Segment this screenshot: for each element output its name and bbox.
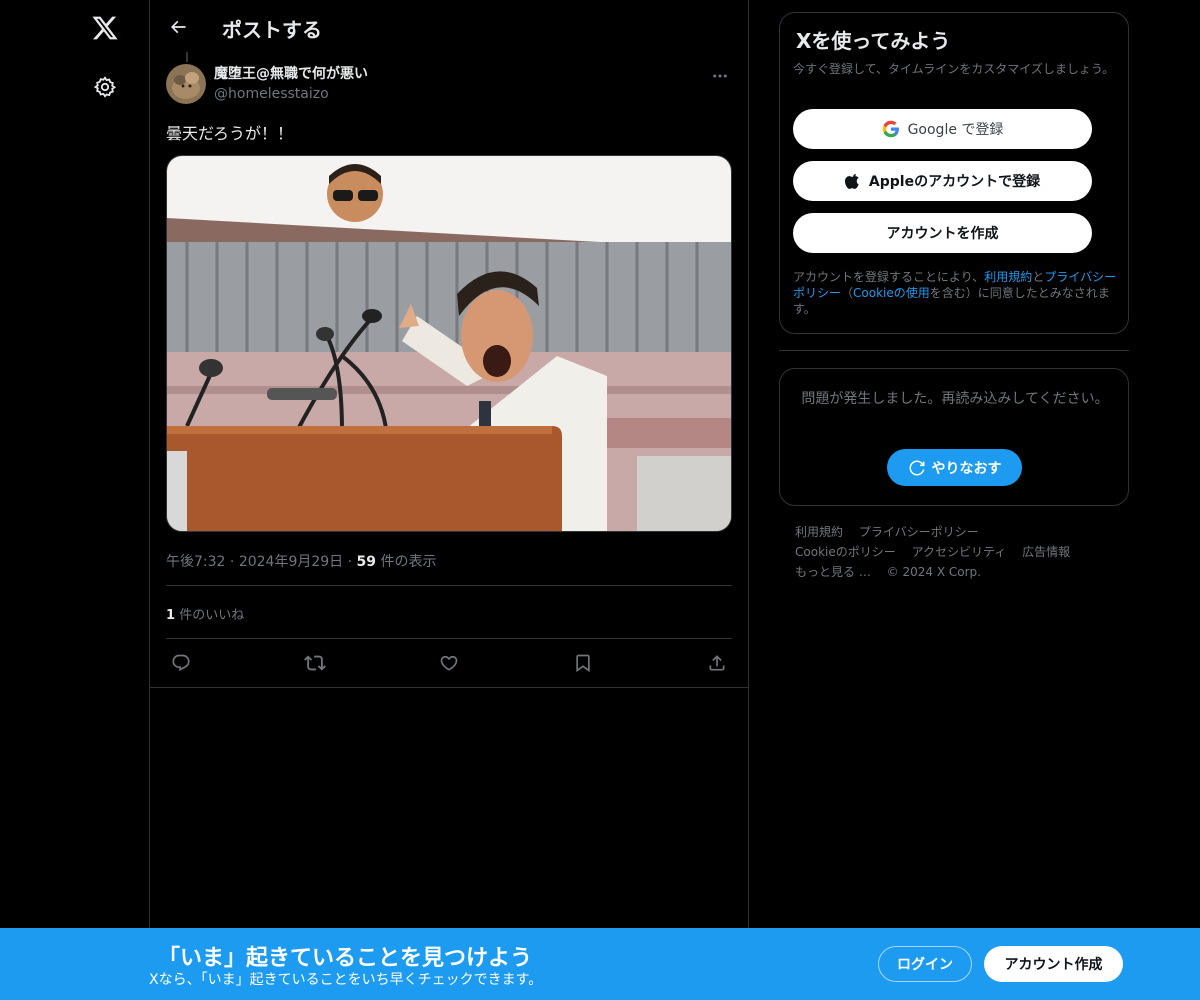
refresh-icon xyxy=(908,459,926,477)
apple-icon xyxy=(844,172,861,190)
post: 魔堕王@無職で何が悪い @homelesstaizo 曇天だろうが！！ 午後7:… xyxy=(166,64,732,673)
meta-separator: · xyxy=(229,554,239,570)
post-author: 魔堕王@無職で何が悪い @homelesstaizo xyxy=(166,64,732,108)
app-root: ポストする 魔堕王@無職で何が悪い @homelesstaizo 曇天だろうが！… xyxy=(0,0,1200,1000)
more-options-icon[interactable] xyxy=(708,64,732,88)
banner-title: 「いま」起きていることを見つけよう xyxy=(158,946,533,971)
legal-text: アカウントを登録することにより、 xyxy=(793,270,985,284)
x-logo-icon[interactable] xyxy=(85,8,125,48)
post-image[interactable] xyxy=(166,155,732,532)
left-nav xyxy=(0,0,150,1000)
legal-text: （ xyxy=(841,286,854,300)
thread-connector xyxy=(186,52,188,62)
apple-signup-button[interactable]: Appleのアカウントで登録 xyxy=(793,161,1092,201)
banner-subtitle: Xなら、「いま」起きていることをいち早くチェックできます。 xyxy=(149,972,543,988)
copyright: © 2024 X Corp. xyxy=(886,565,981,579)
signup-subtitle: 今すぐ登録して、タイムラインをカスタマイズしましょう。 xyxy=(793,62,1115,76)
arrow-left-icon[interactable] xyxy=(160,9,196,45)
post-text: 曇天だろうが！！ xyxy=(166,124,294,143)
page-header: ポストする xyxy=(150,0,748,54)
post-actions xyxy=(166,650,732,676)
divider xyxy=(166,638,732,639)
divider xyxy=(150,687,748,688)
retry-button[interactable]: やりなおす xyxy=(887,449,1022,486)
cookie-link[interactable]: Cookieの使用 xyxy=(853,286,930,300)
legal-text: と xyxy=(1032,270,1045,284)
meta-separator: · xyxy=(347,554,357,570)
apple-signup-label: Appleのアカウントで登録 xyxy=(868,174,1041,190)
bookmark-icon[interactable] xyxy=(568,650,598,676)
signup-title: Xを使ってみよう xyxy=(796,29,951,53)
view-count: 59 xyxy=(356,554,377,570)
signup-card: Xを使ってみよう 今すぐ登録して、タイムラインをカスタマイズしましょう。 Goo… xyxy=(779,12,1129,334)
retry-label: やりなおす xyxy=(931,460,1002,477)
signup-banner: 「いま」起きていることを見つけよう Xなら、「いま」起きていることをいち早くチェ… xyxy=(0,928,1200,1000)
like-icon[interactable] xyxy=(434,650,464,676)
like-count: 1 xyxy=(166,608,176,623)
footer-link-terms[interactable]: 利用規約 xyxy=(795,525,843,539)
signup-legal-text: アカウントを登録することにより、利用規約とプライバシーポリシー（Cookieの使… xyxy=(793,269,1118,317)
like-label: 件のいいね xyxy=(179,608,245,623)
likes-summary[interactable]: 1 件のいいね xyxy=(166,604,244,623)
footer-link-accessibility[interactable]: アクセシビリティ xyxy=(912,545,1007,559)
main-column: ポストする 魔堕王@無職で何が悪い @homelesstaizo 曇天だろうが！… xyxy=(149,0,749,1000)
google-signup-button[interactable]: Google で登録 xyxy=(793,109,1092,149)
divider xyxy=(779,350,1129,351)
author-display-name[interactable]: 魔堕王@無職で何が悪い xyxy=(214,64,368,84)
footer-link-privacy[interactable]: プライバシーポリシー xyxy=(859,525,979,539)
right-sidebar: Xを使ってみよう 今すぐ登録して、タイムラインをカスタマイズしましょう。 Goo… xyxy=(779,0,1129,1000)
footer-link-cookie[interactable]: Cookieのポリシー xyxy=(795,545,896,559)
page-title: ポストする xyxy=(222,18,322,42)
create-account-button[interactable]: アカウントを作成 xyxy=(793,213,1092,253)
footer-link-ads[interactable]: 広告情報 xyxy=(1022,545,1070,559)
create-account-label: アカウントを作成 xyxy=(886,226,999,242)
reply-icon[interactable] xyxy=(166,650,196,676)
banner-signup-button[interactable]: アカウント作成 xyxy=(984,946,1123,982)
post-meta: 午後7:32 · 2024年9月29日 · 59 件の表示 xyxy=(166,551,436,571)
post-date[interactable]: 2024年9月29日 xyxy=(239,554,343,570)
footer-link-more[interactable]: もっと見る … xyxy=(795,565,871,579)
author-names: 魔堕王@無職で何が悪い @homelesstaizo xyxy=(214,64,368,108)
google-icon xyxy=(882,120,900,138)
view-label: 件の表示 xyxy=(380,554,437,570)
author-handle[interactable]: @homelesstaizo xyxy=(214,84,368,104)
footer-links: 利用規約 プライバシーポリシー Cookieのポリシー アクセシビリティ 広告情… xyxy=(795,522,1115,582)
share-icon[interactable] xyxy=(702,650,732,676)
avatar[interactable] xyxy=(166,64,206,104)
error-message: 問題が発生しました。再読み込みしてください。 xyxy=(801,391,1109,407)
google-signup-label: Google で登録 xyxy=(907,122,1004,138)
login-button[interactable]: ログイン xyxy=(878,946,972,982)
error-card: 問題が発生しました。再読み込みしてください。 やりなおす xyxy=(779,368,1129,506)
divider xyxy=(166,585,732,586)
gear-icon[interactable] xyxy=(85,67,125,107)
post-time[interactable]: 午後7:32 xyxy=(166,554,225,570)
repost-icon[interactable] xyxy=(300,650,330,676)
terms-link[interactable]: 利用規約 xyxy=(984,270,1032,284)
